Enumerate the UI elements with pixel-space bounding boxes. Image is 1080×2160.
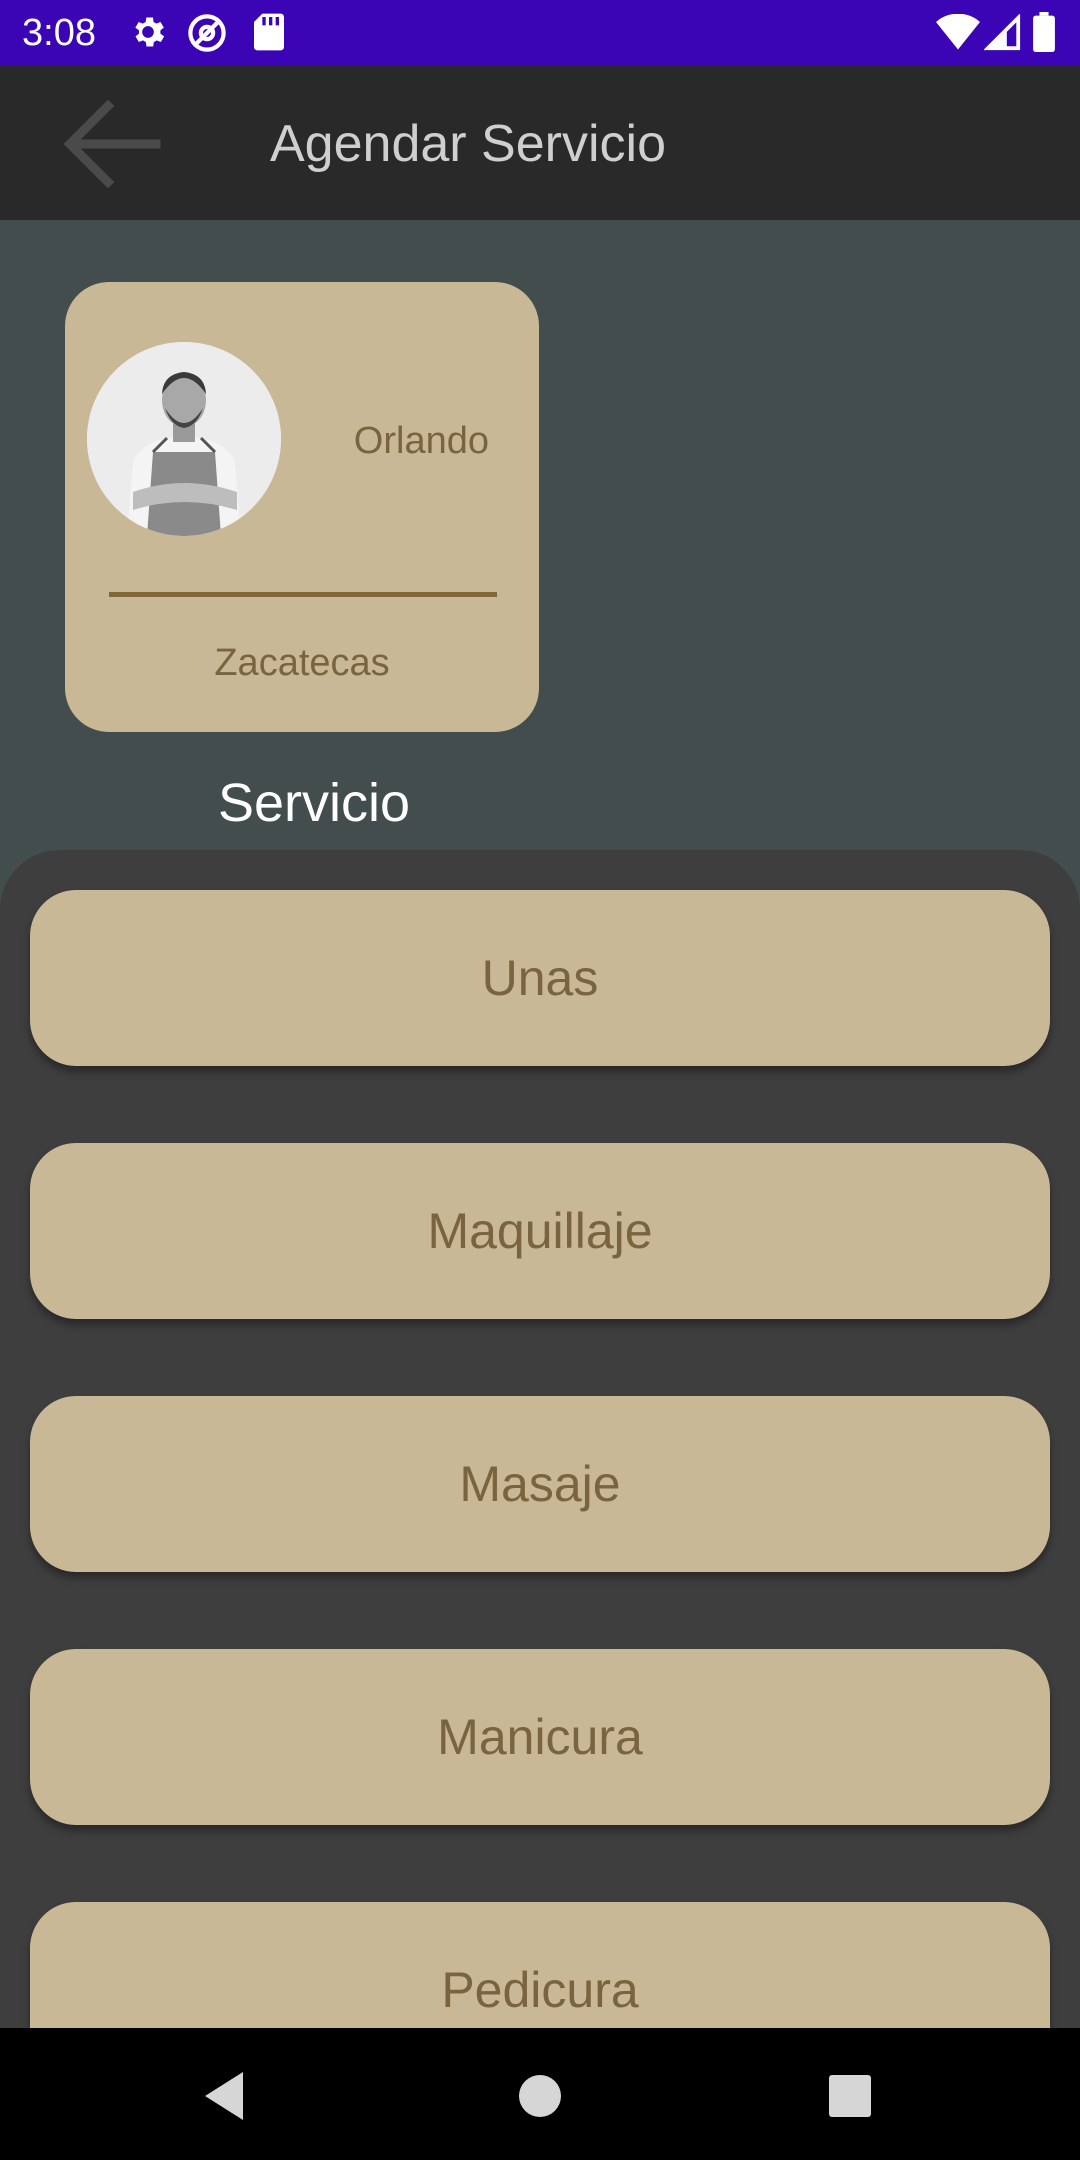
app-bar: Agendar Servicio [0, 66, 1080, 220]
stylist-name: Orlando [353, 420, 489, 462]
wifi-icon [936, 14, 980, 50]
stylist-location: Zacatecas [214, 642, 390, 684]
arrow-left-icon [63, 99, 161, 189]
at-sign-icon [188, 14, 226, 52]
section-title: Servicio [218, 773, 411, 833]
service-button-maquillaje[interactable]: Maquillaje [30, 1143, 1050, 1319]
avatar [87, 342, 281, 536]
service-button-unas[interactable]: Unas [30, 890, 1050, 1066]
navigation-bar [0, 2028, 1080, 2160]
service-button-masaje[interactable]: Masaje [30, 1396, 1050, 1572]
stylist-card[interactable]: Orlando Zacatecas [65, 282, 539, 732]
home-circle-icon[interactable] [510, 2066, 570, 2126]
battery-icon [1033, 12, 1055, 52]
status-bar: 3:08 [0, 0, 1080, 66]
page-title: Agendar Servicio [270, 115, 666, 173]
back-button[interactable] [58, 94, 168, 194]
service-button-manicura[interactable]: Manicura [30, 1649, 1050, 1825]
service-button-pedicura[interactable]: Pedicura [30, 1902, 1050, 2030]
gear-icon [135, 17, 165, 47]
services-list[interactable]: Unas Maquillaje Masaje Manicura Pedicura [0, 850, 1080, 2030]
recents-square-icon[interactable] [820, 2066, 880, 2126]
sd-card-icon [254, 13, 284, 51]
status-time: 3:08 [22, 12, 96, 54]
cellular-signal-icon [984, 14, 1021, 51]
divider [109, 592, 497, 597]
back-triangle-icon[interactable] [195, 2066, 255, 2126]
